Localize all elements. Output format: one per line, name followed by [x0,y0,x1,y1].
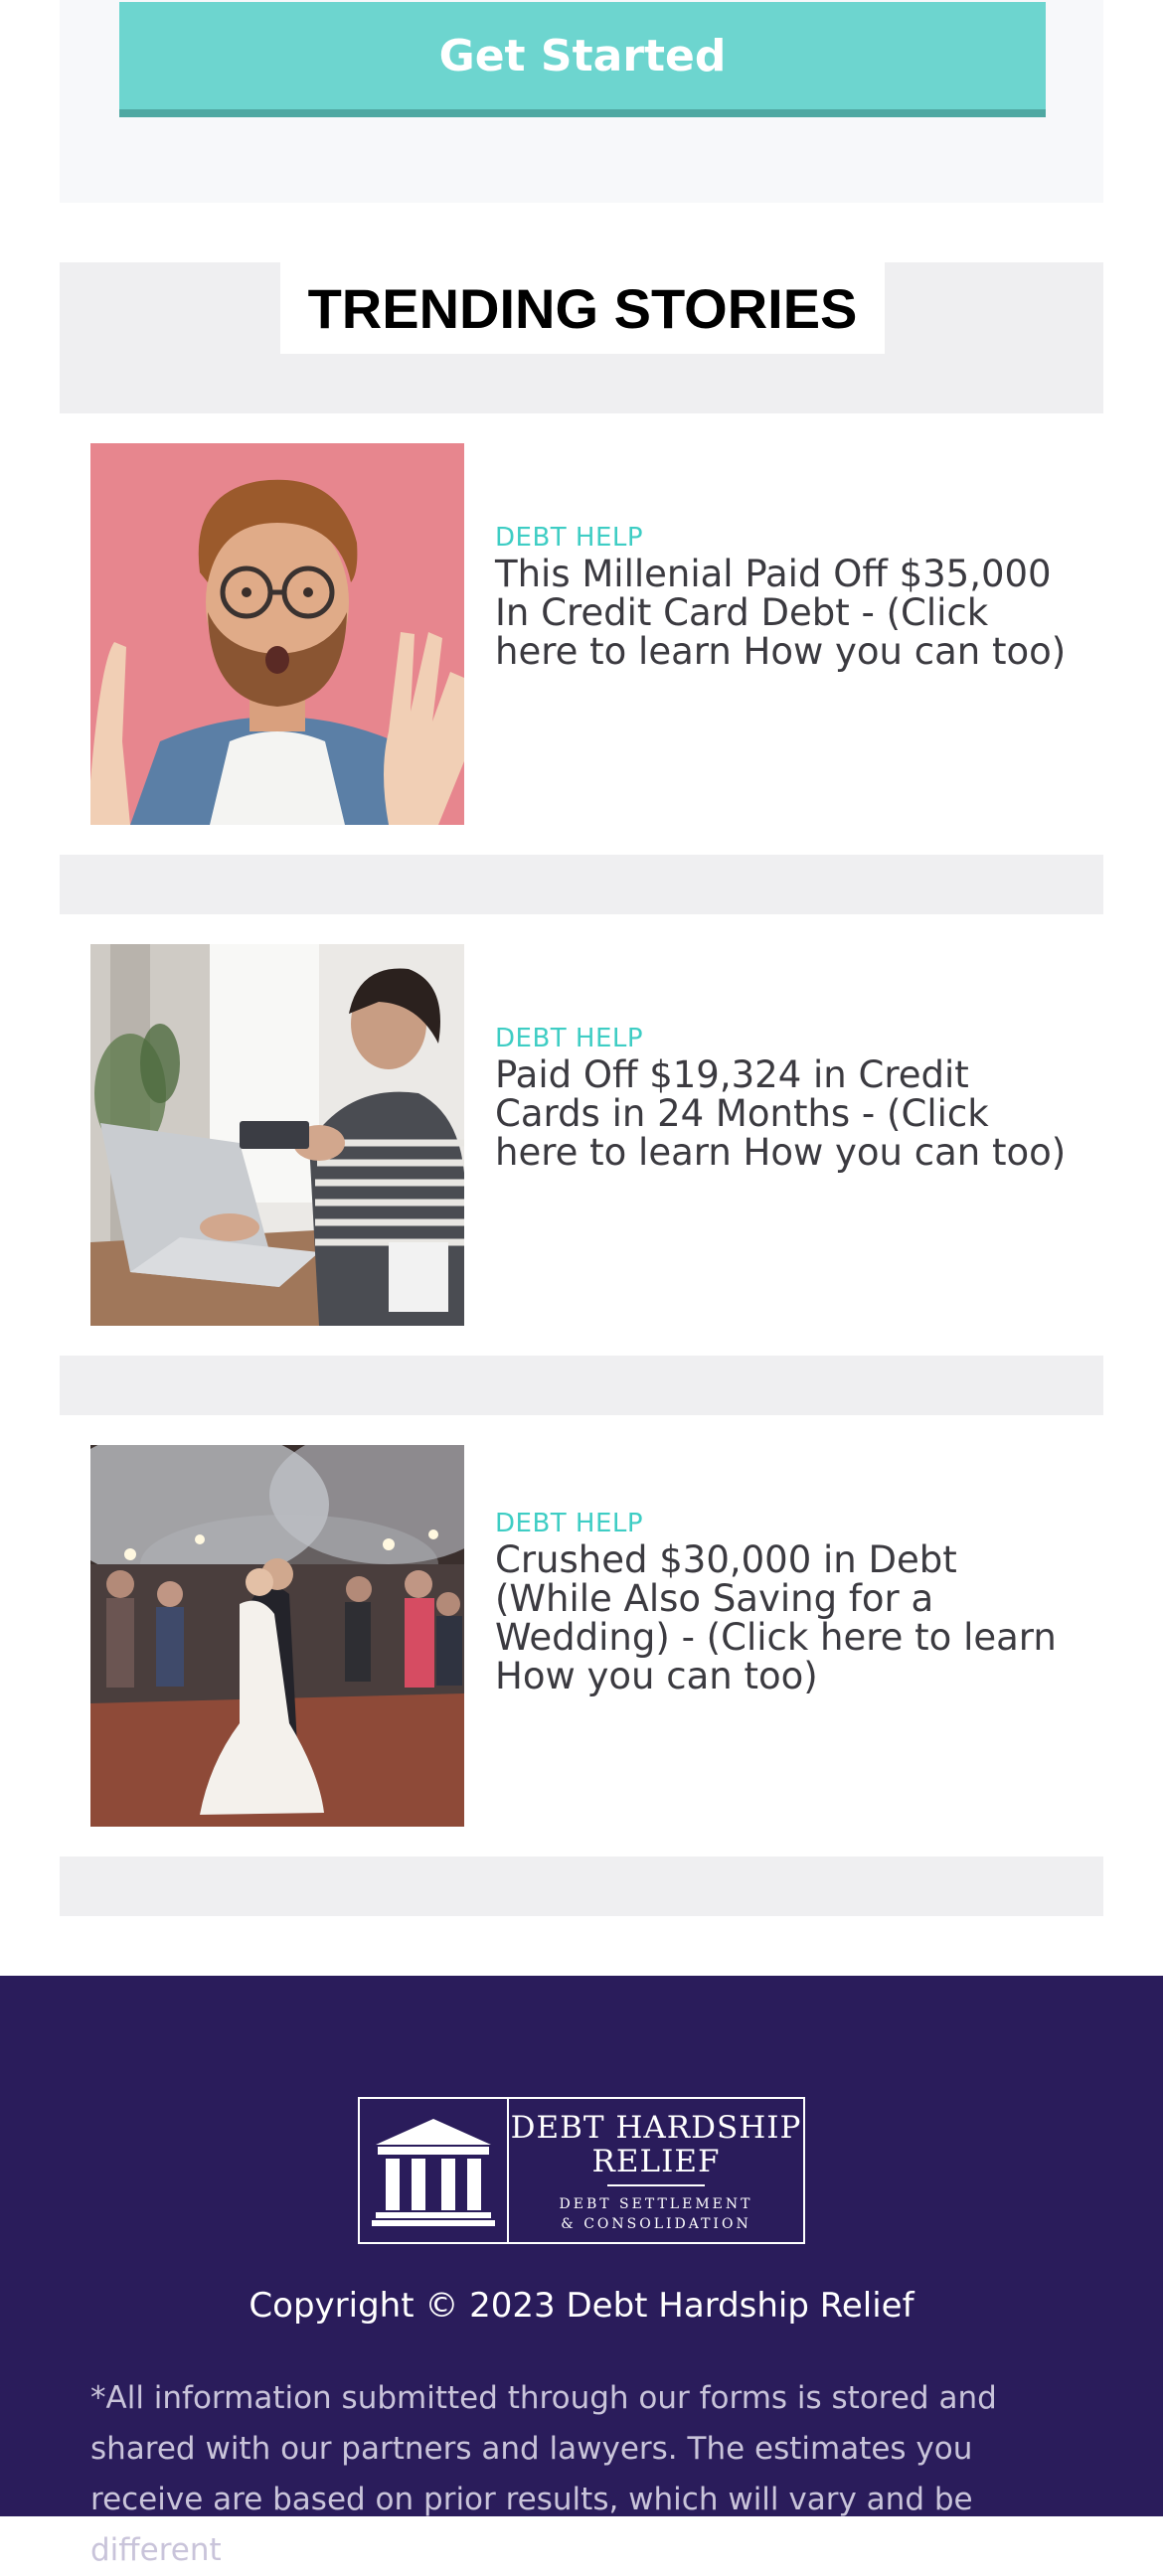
get-started-button[interactable]: Get Started [119,2,1046,117]
story-card-3[interactable]: DEBT HELP Crushed $30,000 in Debt (While… [60,1415,1103,1837]
story-2-text: DEBT HELP Paid Off $19,324 in Credit Car… [495,1024,1074,1172]
story-1-title[interactable]: This Millenial Paid Off $35,000 In Credi… [495,555,1074,671]
story-1-image[interactable] [90,443,464,825]
story-3-title[interactable]: Crushed $30,000 in Debt (While Also Savi… [495,1540,1074,1695]
woman-laptop-credit-card-photo [90,944,464,1326]
story-1-text: DEBT HELP This Millenial Paid Off $35,00… [495,523,1074,671]
story-divider-3 [60,1856,1103,1916]
logo-tagline-line2: & CONSOLIDATION [561,2216,751,2232]
story-2-title[interactable]: Paid Off $19,324 in Credit Cards in 24 M… [495,1055,1074,1172]
company-logo[interactable]: DEBT HARDSHIP RELIEF DEBT SETTLEMENT & C… [358,2097,805,2244]
surprised-man-photo [90,443,464,825]
disclaimer-text: *All information submitted through our f… [90,2380,997,2568]
story-3-image[interactable] [90,1445,464,1827]
logo-name-line2: RELIEF [591,2144,721,2179]
story-card-1[interactable]: DEBT HELP This Millenial Paid Off $35,00… [60,413,1103,835]
story-card-2[interactable]: DEBT HELP Paid Off $19,324 in Credit Car… [60,914,1103,1336]
story-divider-2 [60,1356,1103,1415]
story-divider-1 [60,855,1103,914]
columns-building-icon [360,2099,509,2242]
site-footer: DEBT HARDSHIP RELIEF DEBT SETTLEMENT & C… [0,1976,1163,2568]
wedding-couple-sparklers-photo [90,1445,464,1827]
copyright-text: Copyright © 2023 Debt Hardship Relief [249,2286,914,2326]
story-2-image[interactable] [90,944,464,1326]
story-3-category: DEBT HELP [495,1509,644,1538]
logo-divider [607,2184,705,2186]
logo-name-line1: DEBT HARDSHIP [510,2110,802,2146]
story-2-category: DEBT HELP [495,1024,644,1053]
logo-wordmark: DEBT HARDSHIP RELIEF DEBT SETTLEMENT & C… [509,2099,803,2242]
story-3-text: DEBT HELP Crushed $30,000 in Debt (While… [495,1509,1074,1695]
trending-stories-heading: TRENDING STORIES [280,262,885,354]
logo-tagline-line1: DEBT SETTLEMENT [559,2196,753,2212]
story-1-category: DEBT HELP [495,523,644,553]
